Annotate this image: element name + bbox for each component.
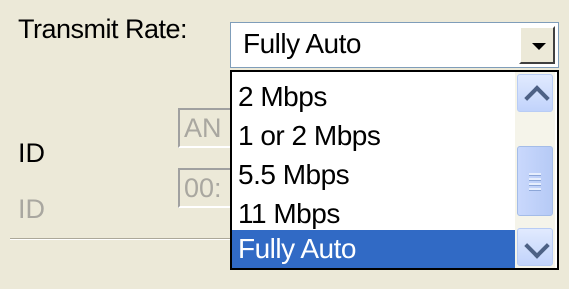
grip-line (529, 173, 541, 176)
chevron-up-icon (524, 85, 550, 111)
dropdown-button[interactable] (519, 26, 555, 64)
list-item[interactable]: 5.5 Mbps (232, 156, 516, 193)
vertical-scrollbar[interactable] (515, 72, 555, 268)
list-item-selected[interactable]: Fully Auto (232, 230, 516, 268)
chevron-down-icon (524, 233, 550, 259)
scroll-up-button[interactable] (517, 74, 553, 112)
scroll-down-button[interactable] (517, 228, 553, 266)
transmit-rate-combobox[interactable]: Fully Auto (230, 22, 559, 68)
list-item[interactable]: 2 Mbps (232, 78, 516, 115)
list-item[interactable]: 11 Mbps (232, 195, 516, 232)
grip-line (529, 188, 541, 191)
grip-line (529, 178, 541, 181)
id-label: ID (18, 138, 45, 168)
id-field-value: AN (184, 113, 222, 143)
transmit-rate-label: Transmit Rate: (18, 14, 188, 44)
id-label-disabled: ID (18, 194, 45, 224)
id-field[interactable]: AN (178, 108, 238, 148)
list-item[interactable]: 1 or 2 Mbps (232, 117, 516, 154)
id-field-disabled: 00: (178, 168, 238, 208)
chevron-down-icon (532, 43, 546, 50)
id-field-disabled-value: 00: (184, 173, 222, 203)
grip-line (529, 183, 541, 186)
transmit-rate-value: Fully Auto (243, 28, 361, 59)
transmit-rate-dropdown-list[interactable]: 2 Mbps 1 or 2 Mbps 5.5 Mbps 11 Mbps Full… (230, 70, 559, 270)
scroll-thumb[interactable] (517, 146, 553, 216)
